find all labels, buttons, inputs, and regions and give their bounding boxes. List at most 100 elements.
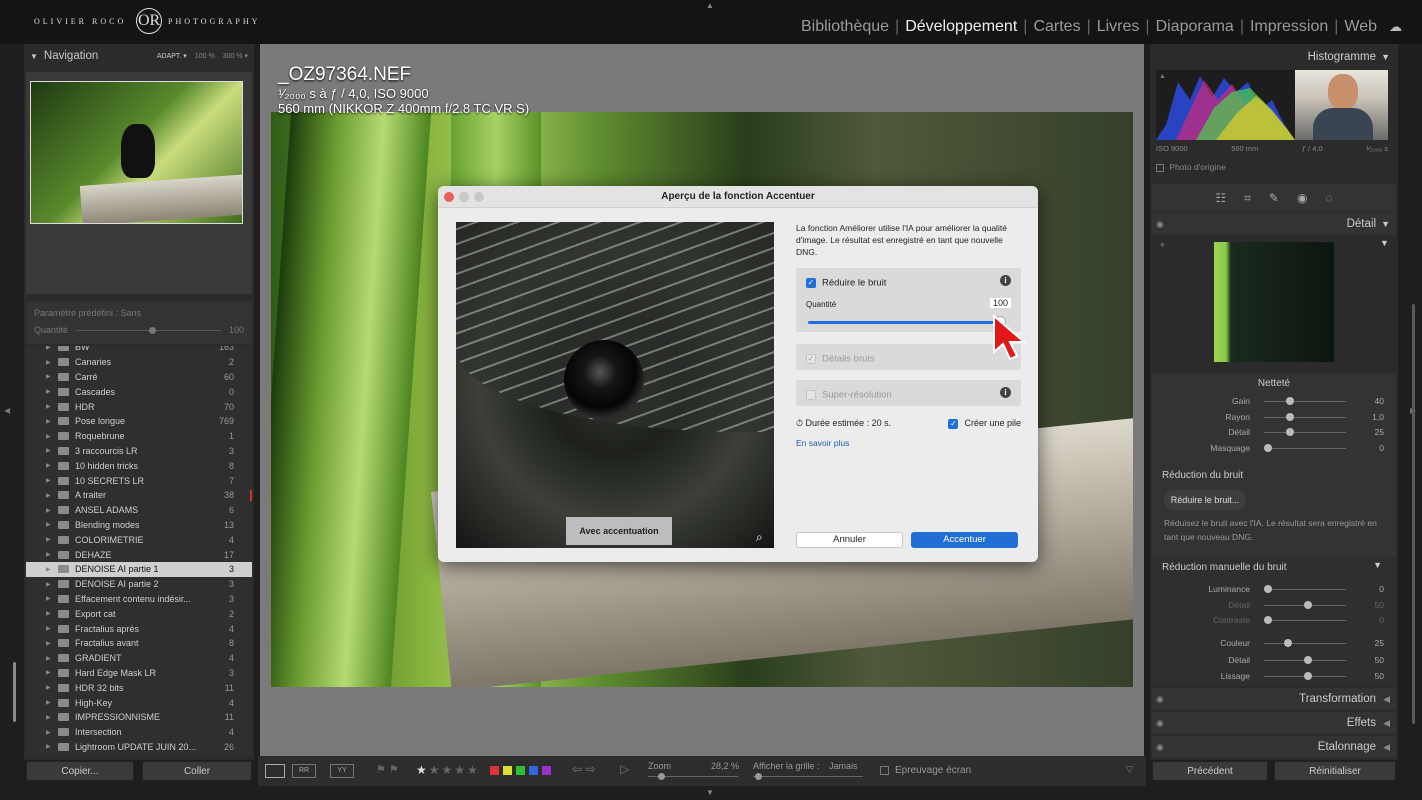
expand-triangle-icon[interactable]: ▶ — [46, 346, 51, 351]
collection-item[interactable]: ▶ Cascades 0 — [26, 384, 252, 399]
copy-button[interactable]: Copier... — [26, 761, 134, 781]
slider-value[interactable]: 50 — [1375, 671, 1384, 681]
slider-row[interactable]: Luminance 0 — [1154, 582, 1392, 596]
slider-track[interactable] — [1264, 416, 1346, 418]
paste-button[interactable]: Coller — [142, 761, 252, 781]
histogram-header[interactable]: Histogramme ▼ — [1152, 46, 1396, 68]
collection-item[interactable]: ▶ Fractalius avant 8 — [26, 636, 252, 651]
collection-item[interactable]: ▶ A traiter 38 — [26, 488, 252, 503]
expand-triangle-icon[interactable]: ▶ — [46, 403, 51, 410]
manual-noise-toggle-icon[interactable]: ▼ — [1373, 560, 1382, 570]
grid-slider[interactable] — [753, 773, 863, 780]
grid-value[interactable]: Jamais — [829, 761, 858, 771]
raw-details-checkbox[interactable]: ✓ — [806, 353, 816, 364]
effects-toggle-icon[interactable]: ◀ — [1383, 718, 1390, 729]
collection-item[interactable]: ▶ Roquebrune 1 — [26, 429, 252, 444]
detail-visibility-icon[interactable]: ◉ — [1156, 219, 1164, 230]
expand-triangle-icon[interactable]: ▶ — [46, 640, 51, 647]
collection-item[interactable]: ▶ 10 SECRETS LR 7 — [26, 473, 252, 488]
collection-item[interactable]: ▶ DENOISE AI partie 1 3 — [26, 561, 252, 577]
collection-item[interactable]: ▶ COLORIMETRIE 4 — [26, 532, 252, 547]
expand-triangle-icon[interactable]: ▶ — [46, 418, 51, 425]
crop-icon[interactable]: ⌗ — [1244, 191, 1251, 206]
expand-triangle-icon[interactable]: ▶ — [46, 743, 51, 750]
super-resolution-checkbox[interactable] — [806, 389, 816, 400]
collection-item[interactable]: ▶ IMPRESSIONNISME 11 — [26, 710, 252, 725]
collapse-left-icon[interactable]: ◀ — [4, 406, 10, 415]
slider-track[interactable] — [1264, 643, 1346, 644]
loupe-view-icon[interactable] — [265, 764, 285, 778]
collection-item[interactable]: ▶ Intersection 4 — [26, 725, 252, 740]
collection-item[interactable]: ▶ Effacement contenu indésir... 3 — [26, 592, 252, 607]
module-web[interactable]: Web — [1338, 18, 1383, 36]
slider-value[interactable]: 0 — [1379, 443, 1384, 453]
zoom-100[interactable]: 100 % — [195, 53, 215, 60]
detail-target-icon[interactable]: ⌖ — [1160, 240, 1165, 251]
denoise-info-icon[interactable]: i — [1000, 275, 1011, 286]
original-photo-checkbox[interactable] — [1156, 163, 1164, 172]
left-scrollbar[interactable] — [13, 662, 16, 722]
collection-item[interactable]: ▶ 10 hidden tricks 8 — [26, 458, 252, 473]
expand-triangle-icon[interactable]: ▶ — [46, 669, 51, 676]
collection-item[interactable]: ▶ DENOISE AI partie 2 3 — [26, 577, 252, 592]
slider-row[interactable]: Lissage 50 — [1154, 669, 1392, 683]
slider-track[interactable] — [1264, 620, 1346, 621]
expand-triangle-icon[interactable]: ▶ — [46, 373, 51, 380]
module-map[interactable]: Cartes — [1027, 18, 1086, 36]
minimize-window-icon[interactable] — [459, 192, 469, 202]
slider-knob[interactable] — [1285, 412, 1294, 421]
slider-row[interactable]: Couleur 25 — [1154, 636, 1392, 650]
before-after-icon[interactable]: RR — [292, 764, 316, 778]
enhance-button[interactable]: Accentuer — [911, 532, 1018, 548]
red-eye-icon[interactable]: ◉ — [1297, 191, 1307, 205]
slider-value[interactable]: 50 — [1375, 655, 1384, 665]
slideshow-play-icon[interactable]: ▷ — [620, 762, 629, 776]
slider-row[interactable]: Détail 50 — [1154, 598, 1392, 612]
expand-triangle-icon[interactable]: ▶ — [46, 359, 51, 366]
collection-item[interactable]: ▶ High-Key 4 — [26, 695, 252, 710]
softproof-checkbox[interactable] — [880, 766, 889, 775]
collection-item[interactable]: ▶ ANSEL ADAMS 6 — [26, 503, 252, 518]
expand-triangle-icon[interactable]: ▶ — [46, 507, 51, 514]
histogram-toggle-icon[interactable]: ▼ — [1381, 52, 1390, 62]
module-book[interactable]: Livres — [1091, 18, 1146, 36]
slider-row[interactable]: Détail 50 — [1154, 653, 1392, 667]
collection-item[interactable]: ▶ Carré 60 — [26, 370, 252, 385]
expand-triangle-icon[interactable]: ▶ — [46, 447, 51, 454]
navigator-thumbnail[interactable] — [30, 81, 243, 224]
toolbar-menu-icon[interactable]: ▽ — [1126, 764, 1133, 775]
expand-triangle-icon[interactable]: ▶ — [46, 655, 51, 662]
clipping-shadow-icon[interactable]: ▲ — [1159, 73, 1166, 80]
slider-value[interactable]: 0 — [1379, 584, 1384, 594]
expand-triangle-icon[interactable]: ▶ — [46, 714, 51, 721]
effects-visibility-icon[interactable]: ◉ — [1156, 718, 1164, 729]
transformation-toggle-icon[interactable]: ◀ — [1383, 694, 1390, 705]
calibration-toggle-icon[interactable]: ◀ — [1383, 742, 1390, 753]
slider-knob[interactable] — [1284, 639, 1292, 647]
collection-item[interactable]: ▶ Fractalius après 4 — [26, 621, 252, 636]
slider-knob[interactable] — [1304, 672, 1312, 680]
before-after-split-icon[interactable]: YY — [330, 764, 354, 778]
expand-triangle-icon[interactable]: ▶ — [46, 536, 51, 543]
expand-triangle-icon[interactable]: ▶ — [46, 433, 51, 440]
slider-track[interactable] — [1264, 401, 1346, 402]
histogram[interactable]: ▲ — [1156, 70, 1388, 140]
quantity-value-field[interactable]: 100 — [989, 298, 1011, 308]
collection-item[interactable]: ▶ 3 raccourcis LR 3 — [26, 444, 252, 459]
collection-item[interactable]: ▶ GRADIENT 4 — [26, 651, 252, 666]
detail-toggle-icon[interactable]: ▼ — [1381, 219, 1390, 229]
previous-button[interactable]: Précédent — [1152, 761, 1268, 781]
slider-value[interactable]: 25 — [1375, 638, 1384, 648]
slider-row[interactable]: Masquage 0 — [1154, 441, 1392, 455]
module-slideshow[interactable]: Diaporama — [1150, 18, 1240, 36]
denoise-button[interactable]: Réduire le bruit... — [1164, 490, 1246, 510]
expand-triangle-icon[interactable]: ▶ — [46, 462, 51, 469]
close-window-icon[interactable] — [444, 192, 454, 202]
quantity-slider[interactable] — [806, 315, 1011, 329]
slider-value[interactable]: 40 — [1375, 396, 1384, 406]
slider-knob[interactable] — [1285, 428, 1294, 436]
slider-row[interactable]: Rayon 1,0 — [1154, 410, 1392, 424]
masking-icon[interactable]: ◌ — [1325, 191, 1332, 205]
zoom-window-icon[interactable] — [474, 192, 484, 202]
color-labels[interactable] — [490, 766, 551, 775]
